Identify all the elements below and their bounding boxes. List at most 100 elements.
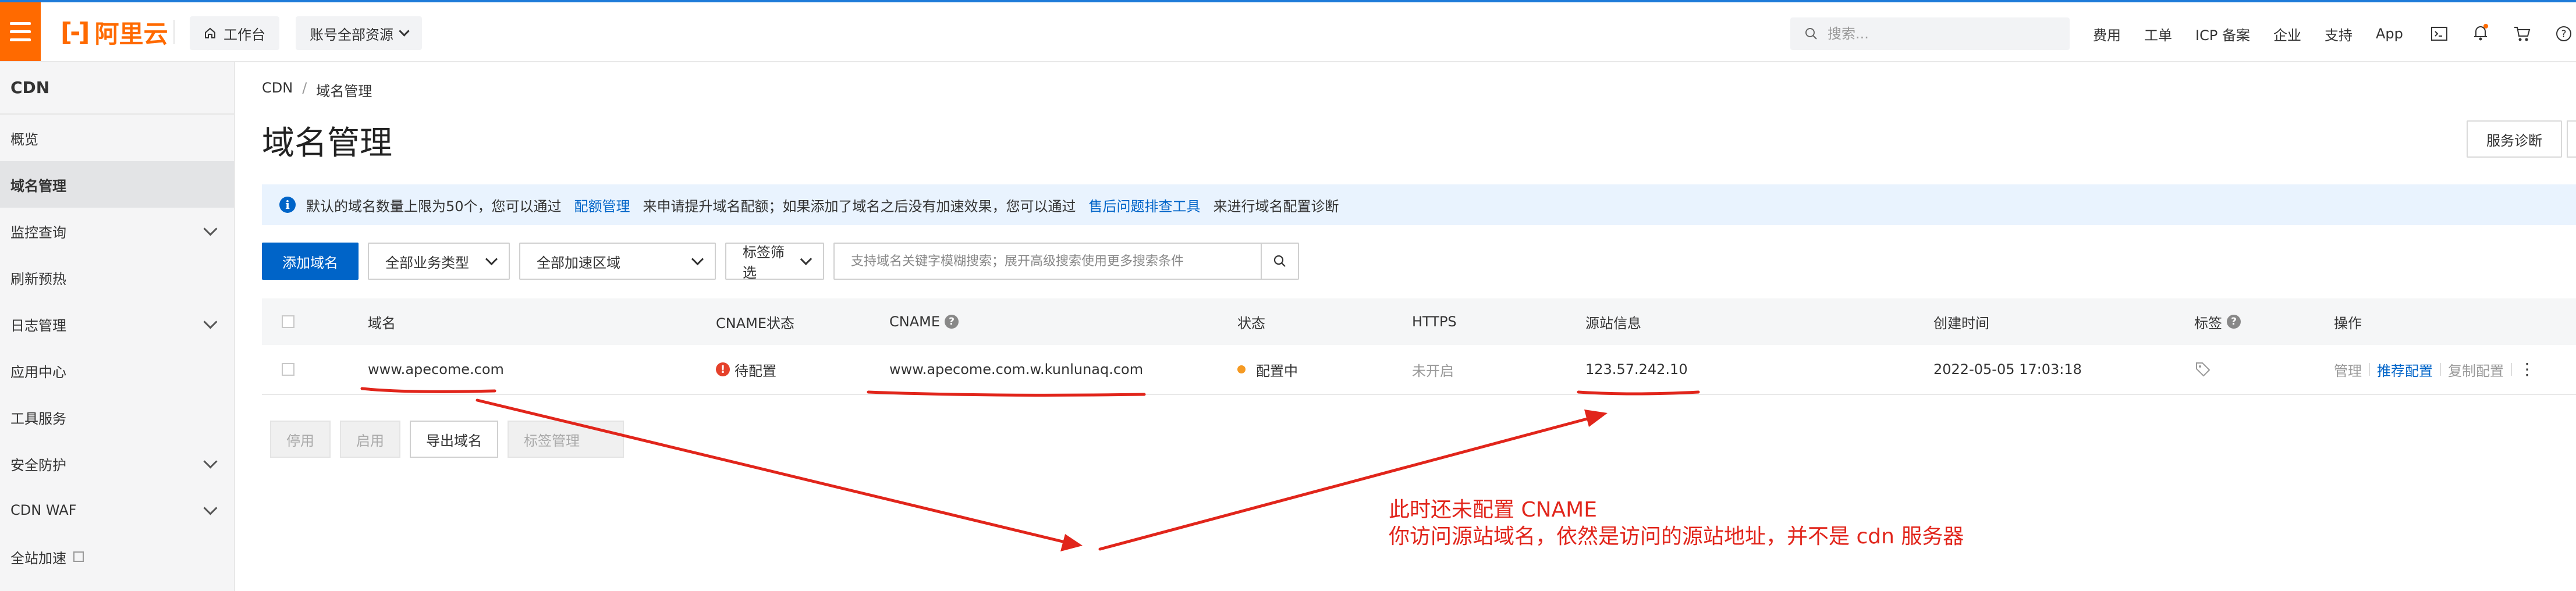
region-value: 全部加速区域: [537, 254, 620, 271]
sidebar-item-cdn-waf[interactable]: CDN WAF: [0, 487, 234, 533]
hamburger-menu-button[interactable]: [0, 2, 41, 61]
col-cname-label: CNAME: [889, 314, 940, 330]
troubleshoot-tool-link[interactable]: 售后问题排查工具: [1089, 195, 1201, 215]
sidebar-item-tools[interactable]: 工具服务: [0, 394, 234, 440]
status-text: 配置中: [1256, 362, 1298, 379]
top-link-tickets[interactable]: 工单: [2144, 24, 2172, 44]
sidebar: CDN 概览 域名管理 监控查询 刷新预热 日志管理 应用中心 工具服务 安全防…: [0, 62, 235, 591]
tag-management-button[interactable]: 标签管理: [508, 421, 624, 458]
sidebar-item-refresh-preload[interactable]: 刷新预热: [0, 254, 234, 301]
chevron-down-icon: [203, 221, 218, 236]
home-icon: [205, 27, 215, 38]
domain-search-field[interactable]: [833, 243, 1299, 280]
col-tag-label: 标签: [2194, 315, 2222, 332]
add-domain-button[interactable]: 添加域名: [262, 243, 359, 280]
svg-text:?: ?: [2561, 29, 2566, 40]
domain-cell[interactable]: www.apecome.com: [368, 345, 504, 394]
notification-bell-icon[interactable]: [2472, 24, 2489, 44]
top-link-app[interactable]: App: [2376, 26, 2403, 42]
chevron-down-icon: [399, 25, 410, 37]
recommend-config-action[interactable]: 推荐配置: [2377, 359, 2433, 380]
col-domain: 域名: [368, 315, 396, 332]
origin-cell: 123.57.242.10: [1585, 361, 1688, 378]
sidebar-item-label: 刷新预热: [10, 270, 66, 287]
top-link-billing[interactable]: 费用: [2093, 24, 2121, 44]
sidebar-item-label: 日志管理: [10, 317, 66, 334]
divider: [2511, 363, 2512, 376]
export-domains-button[interactable]: 导出域名: [410, 421, 498, 458]
help-icon[interactable]: ?: [945, 315, 959, 329]
annotation-text: 此时还未配置 CNAME 你访问源站域名，依然是访问的源站地址，并不是 cdn …: [1389, 497, 1964, 550]
col-https: HTTPS: [1412, 314, 1457, 330]
sidebar-item-logs[interactable]: 日志管理: [0, 301, 234, 347]
row-checkbox[interactable]: [282, 363, 294, 376]
service-diagnosis-button[interactable]: 服务诊断: [2467, 120, 2562, 158]
search-icon: [1805, 28, 1817, 40]
top-link-icp[interactable]: ICP 备案: [2195, 24, 2250, 44]
sidebar-item-label: 全站加速: [10, 550, 66, 567]
quota-management-link[interactable]: 配额管理: [574, 195, 630, 215]
sidebar-item-label: 应用中心: [10, 364, 66, 380]
col-origin: 源站信息: [1585, 315, 1641, 332]
divider: [2369, 363, 2370, 376]
enable-button[interactable]: 启用: [340, 421, 400, 458]
sidebar-item-app-center[interactable]: 应用中心: [0, 347, 234, 394]
select-all-checkbox[interactable]: [282, 315, 294, 328]
tag-filter-select[interactable]: 标签筛选: [725, 243, 824, 281]
workbench-button[interactable]: 工作台: [190, 16, 279, 50]
top-navigation-bar: [-] 阿里云 工作台 账号全部资源 费用 工单 ICP 备案 企业 支持 Ap…: [0, 2, 2576, 62]
manage-action[interactable]: 管理: [2334, 359, 2362, 380]
help-icon[interactable]: ?: [2555, 25, 2573, 42]
sidebar-item-label: CDN WAF: [10, 502, 77, 518]
region-select[interactable]: 全部加速区域: [519, 243, 716, 280]
notice-text: 默认的域名数量上限为50个，您可以通过: [306, 198, 562, 215]
divider: [2440, 363, 2441, 376]
sidebar-item-overview[interactable]: 概览: [0, 115, 234, 161]
breadcrumb: CDN / 域名管理: [262, 80, 372, 100]
copy-config-action[interactable]: 复制配置: [2448, 359, 2504, 380]
cname-status-text: 待配置: [735, 362, 776, 379]
page-title: 域名管理: [262, 124, 392, 162]
disable-button[interactable]: 停用: [270, 421, 331, 458]
terminal-icon[interactable]: [2430, 26, 2448, 41]
aliyun-logo[interactable]: [-] 阿里云: [61, 17, 168, 48]
chevron-down-icon: [203, 454, 218, 469]
tag-icon[interactable]: [2194, 361, 2212, 378]
created-cell: 2022-05-05 17:03:18: [1933, 361, 2082, 378]
top-link-support[interactable]: 支持: [2325, 24, 2353, 44]
business-type-select[interactable]: 全部业务类型: [368, 243, 510, 280]
global-search[interactable]: [1790, 17, 2070, 50]
bulk-actions: 停用 启用 导出域名 标签管理: [270, 421, 624, 458]
https-cell: 未开启: [1412, 362, 1454, 379]
sidebar-item-label: 监控查询: [10, 224, 66, 241]
chevron-down-icon: [203, 314, 218, 329]
breadcrumb-separator: /: [302, 80, 307, 96]
sidebar-item-security[interactable]: 安全防护: [0, 440, 234, 487]
annotation-line-1: 此时还未配置 CNAME: [1389, 498, 1597, 522]
global-search-input[interactable]: [1826, 25, 2050, 42]
help-icon[interactable]: ?: [2227, 315, 2241, 329]
chevron-down-icon: [800, 252, 812, 265]
shopping-cart-icon[interactable]: [2513, 26, 2531, 42]
sidebar-item-dcdn[interactable]: 全站加速: [0, 533, 234, 580]
sidebar-item-domain-management[interactable]: 域名管理: [0, 161, 234, 208]
col-status: 状态: [1237, 315, 1265, 332]
domain-search-input[interactable]: [835, 253, 1261, 269]
sidebar-title: CDN: [0, 62, 234, 115]
warning-icon: !: [716, 362, 730, 376]
more-actions-icon[interactable]: ⋮: [2519, 361, 2535, 378]
tag-cell: [2194, 345, 2212, 394]
breadcrumb-cdn[interactable]: CDN: [262, 80, 293, 100]
breadcrumb-current: 域名管理: [316, 83, 372, 99]
status-dot: [1237, 365, 1246, 373]
resource-scope-dropdown[interactable]: 账号全部资源: [296, 16, 422, 50]
annotation-line-2: 你访问源站域名，依然是访问的源站地址，并不是 cdn 服务器: [1389, 525, 1964, 549]
col-created: 创建时间: [1933, 315, 1989, 332]
top-links: 费用 工单 ICP 备案 企业 支持 App: [2093, 20, 2403, 48]
col-tag: 标签?: [2194, 298, 2241, 345]
search-button[interactable]: [1261, 244, 1298, 279]
more-button[interactable]: [2567, 120, 2576, 158]
top-link-enterprise[interactable]: 企业: [2273, 24, 2301, 44]
top-icons: ?: [2430, 20, 2573, 48]
sidebar-item-monitoring[interactable]: 监控查询: [0, 208, 234, 254]
